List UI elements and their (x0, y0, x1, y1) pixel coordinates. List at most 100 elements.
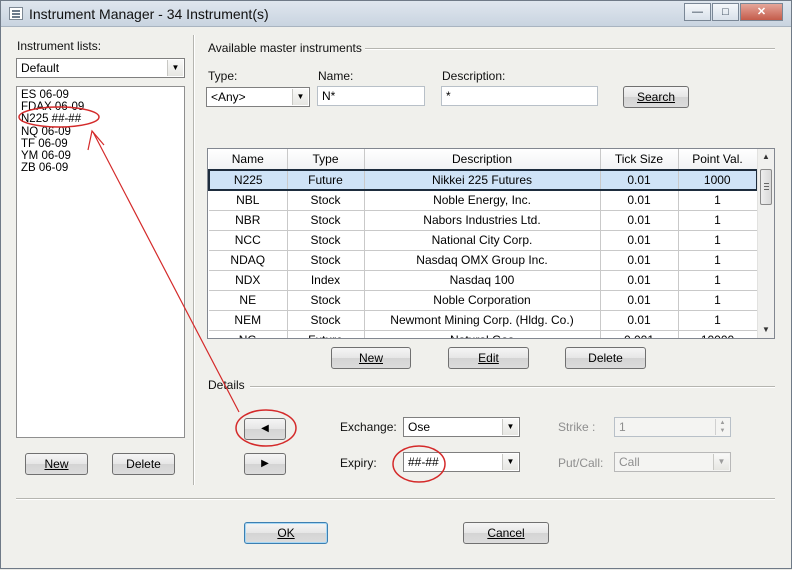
table-cell: 0.01 (600, 210, 679, 231)
chevron-down-icon[interactable]: ▼ (167, 60, 183, 76)
column-header-type[interactable]: Type (287, 149, 365, 171)
table-cell: Nasdaq OMX Group Inc. (364, 250, 601, 271)
table-row[interactable]: NBR Stock Nabors Industries Ltd. 0.01 1 (209, 210, 758, 231)
title-bar[interactable]: Instrument Manager - 34 Instrument(s) — … (1, 1, 791, 27)
minimize-button[interactable]: — (684, 3, 711, 21)
cancel-button[interactable]: Cancel (463, 522, 549, 544)
expiry-label: Expiry: (340, 456, 377, 470)
add-to-list-button[interactable]: ◀ (244, 418, 286, 440)
remove-from-list-button[interactable]: ▶ (244, 453, 286, 475)
expiry-dropdown-value: ##-## (408, 455, 439, 469)
table-cell: 1 (678, 270, 758, 291)
list-item[interactable]: ZB 06-09 (21, 162, 180, 174)
spin-up-icon: ▲ (719, 420, 726, 426)
instruments-table[interactable]: Name Type Description Tick Size Point Va… (207, 148, 775, 339)
table-row[interactable]: NEM Stock Newmont Mining Corp. (Hldg. Co… (209, 310, 758, 331)
table-cell: Future (287, 330, 365, 338)
table-vertical-scrollbar[interactable]: ▲ ▼ (757, 149, 774, 338)
chevron-down-icon[interactable]: ▼ (502, 419, 518, 435)
name-input[interactable]: N* (317, 86, 425, 106)
strike-input-value: 1 (619, 420, 626, 434)
table-cell: 1 (678, 290, 758, 311)
scroll-up-icon[interactable]: ▲ (758, 149, 774, 165)
exchange-label: Exchange: (340, 420, 397, 434)
scroll-down-icon[interactable]: ▼ (758, 322, 774, 338)
chevron-down-icon: ▼ (713, 454, 729, 470)
table-row[interactable]: NDX Index Nasdaq 100 0.01 1 (209, 270, 758, 291)
putcall-label: Put/Call: (558, 456, 604, 470)
new-list-button[interactable]: New (25, 453, 88, 475)
list-item[interactable]: NQ 06-09 (21, 126, 180, 138)
table-cell: 1 (678, 310, 758, 331)
chevron-down-icon[interactable]: ▼ (292, 89, 308, 105)
strike-input: 1 ▲ ▼ (614, 417, 731, 437)
description-label: Description: (442, 69, 506, 83)
instrument-listbox[interactable]: ES 06-09 FDAX 06-09 N225 ##-## NQ 06-09 … (16, 86, 185, 438)
table-cell: NE (209, 290, 288, 311)
new-instrument-button[interactable]: New (331, 347, 411, 369)
table-cell: 0.01 (600, 230, 679, 251)
app-icon (9, 7, 23, 20)
table-cell: 0.001 (600, 330, 679, 338)
table-cell: NEM (209, 310, 288, 331)
table-cell: 10000 (678, 330, 758, 338)
details-separator (250, 386, 775, 388)
strike-label: Strike : (558, 420, 596, 434)
column-header-name[interactable]: Name (209, 149, 288, 171)
new-instrument-button-label: New (358, 351, 383, 365)
list-item[interactable]: N225 ##-## (21, 113, 180, 125)
edit-instrument-button[interactable]: Edit (448, 347, 529, 369)
list-item[interactable]: ES 06-09 (21, 89, 180, 101)
instrument-manager-window: Instrument Manager - 34 Instrument(s) — … (0, 0, 792, 569)
putcall-dropdown: Call ▼ (614, 452, 731, 472)
table-cell: Stock (287, 230, 365, 251)
table-row[interactable]: NE Stock Noble Corporation 0.01 1 (209, 290, 758, 311)
expiry-dropdown[interactable]: ##-## ▼ (403, 452, 520, 472)
arrow-left-icon: ◀ (261, 423, 269, 434)
section-separator (365, 48, 775, 50)
table-cell: 0.01 (600, 190, 679, 211)
vertical-separator (193, 35, 195, 485)
table-row[interactable]: NDAQ Stock Nasdaq OMX Group Inc. 0.01 1 (209, 250, 758, 271)
table-cell: N225 (208, 169, 288, 191)
type-dropdown-value: <Any> (211, 90, 246, 104)
table-cell: Future (287, 169, 365, 191)
chevron-down-icon[interactable]: ▼ (502, 454, 518, 470)
table-cell: Noble Energy, Inc. (364, 190, 601, 211)
ok-button[interactable]: OK (244, 522, 328, 544)
table-row[interactable]: NBL Stock Noble Energy, Inc. 0.01 1 (209, 190, 758, 211)
table-cell: 1 (678, 190, 758, 211)
instrument-list-dropdown[interactable]: Default ▼ (16, 58, 185, 78)
list-item[interactable]: TF 06-09 (21, 138, 180, 150)
list-item[interactable]: FDAX 06-09 (21, 101, 180, 113)
table-cell: Newmont Mining Corp. (Hldg. Co.) (364, 310, 601, 331)
column-header-tick-size[interactable]: Tick Size (600, 149, 679, 171)
delete-list-button[interactable]: Delete (112, 453, 175, 475)
table-cell: 1 (678, 230, 758, 251)
table-cell: Nikkei 225 Futures (364, 169, 601, 191)
exchange-dropdown[interactable]: Ose ▼ (403, 417, 520, 437)
table-row[interactable]: NG Future Natural Gas 0.001 10000 (209, 330, 758, 338)
footer-separator (16, 498, 775, 500)
description-input[interactable]: * (441, 86, 598, 106)
close-button[interactable]: ✕ (740, 3, 783, 21)
column-header-description[interactable]: Description (364, 149, 601, 171)
list-item[interactable]: YM 06-09 (21, 150, 180, 162)
table-cell: 0.01 (600, 310, 679, 331)
table-row[interactable]: NCC Stock National City Corp. 0.01 1 (209, 230, 758, 251)
type-dropdown[interactable]: <Any> ▼ (206, 87, 310, 107)
delete-instrument-button[interactable]: Delete (565, 347, 646, 369)
table-cell: Index (287, 270, 365, 291)
maximize-button[interactable]: □ (712, 3, 739, 21)
table-row[interactable]: N225 Future Nikkei 225 Futures 0.01 1000 (208, 169, 758, 191)
master-instruments-label: Available master instruments (208, 41, 362, 55)
search-button[interactable]: Search (623, 86, 689, 108)
scrollbar-thumb[interactable] (760, 169, 772, 205)
name-label: Name: (318, 69, 354, 83)
column-header-point-value[interactable]: Point Val. (678, 149, 758, 171)
table-cell: 0.01 (600, 290, 679, 311)
exchange-dropdown-value: Ose (408, 420, 431, 434)
details-label: Details (208, 378, 245, 392)
table-cell: Stock (287, 190, 365, 211)
cancel-button-label: Cancel (487, 526, 525, 540)
